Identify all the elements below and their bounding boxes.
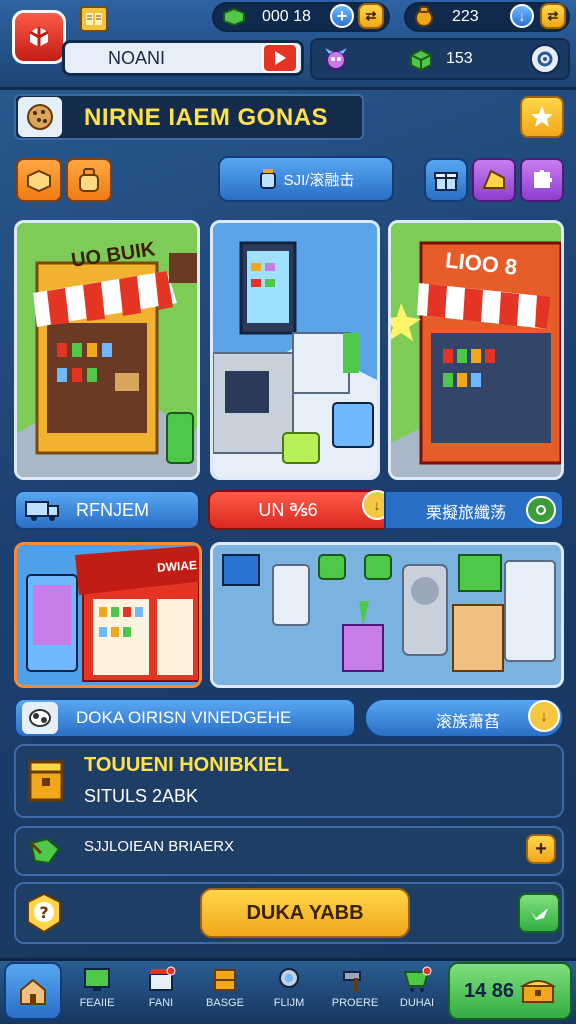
- puzzle-button[interactable]: [520, 158, 564, 202]
- box-button[interactable]: [16, 158, 62, 202]
- gold-bag-icon: [410, 3, 438, 29]
- favorite-star-button[interactable]: [520, 96, 564, 138]
- cash-icon: [220, 4, 248, 30]
- electronics-shop-illustration: [213, 223, 377, 477]
- section-a-left-label: RFNJEM: [76, 499, 149, 520]
- monitor-icon: [84, 968, 110, 991]
- nav-item-6-label: DUHAI: [399, 997, 435, 1009]
- section-a-left[interactable]: RFNJEM: [14, 490, 200, 530]
- list-row-label: SJJLOIEAN BRIAERX: [84, 838, 235, 855]
- center-action-label: SJI/滚融击: [283, 171, 355, 189]
- gold-down-button[interactable]: ↓: [510, 4, 534, 28]
- section-a-check-icon[interactable]: [526, 496, 556, 524]
- section-b-down-icon[interactable]: ↓: [528, 700, 560, 732]
- app-logo-icon[interactable]: [12, 10, 66, 64]
- appliance-shop-illustration: [213, 545, 561, 685]
- cash-value: 000 18: [262, 8, 311, 25]
- info-subtitle: SITULS 2ABK: [84, 786, 199, 806]
- shop-card-3[interactable]: LIOO 8: [388, 220, 564, 480]
- lamp-icon: [279, 968, 299, 988]
- shop-icon: [149, 966, 176, 991]
- section-b-right-label: 滚族萧萏: [436, 714, 501, 731]
- shovel-icon: [22, 830, 68, 872]
- help-icon[interactable]: ?: [22, 890, 66, 936]
- truck-icon: [25, 501, 59, 521]
- nav-item-1[interactable]: FEAIIE: [72, 966, 122, 1022]
- add-cash-button[interactable]: +: [330, 4, 354, 28]
- nav-item-6[interactable]: DUHAI: [392, 966, 442, 1022]
- section-a-red-label: UN ℁6: [258, 499, 318, 520]
- shop-card-1[interactable]: UO BUIK: [14, 220, 200, 480]
- nav-item-4[interactable]: FLIJM: [264, 966, 314, 1022]
- cash-boost-icon[interactable]: ⇄: [358, 3, 384, 29]
- orange-stall-card[interactable]: DWIAE: [14, 542, 202, 688]
- settings-icon[interactable]: [530, 44, 560, 74]
- bottom-right-value: 14 86: [463, 979, 515, 1002]
- crate-icon: [22, 752, 70, 810]
- appliance-shop-card[interactable]: [210, 542, 564, 688]
- cart-icon: [403, 966, 432, 992]
- player-name: NOANI: [108, 48, 166, 68]
- nav-item-3[interactable]: BASGE: [200, 966, 250, 1022]
- gift-button[interactable]: [424, 158, 468, 202]
- book-icon[interactable]: [80, 6, 108, 32]
- cta-check-button[interactable]: [518, 893, 560, 933]
- nav-item-2[interactable]: FANI: [136, 966, 186, 1022]
- cow-icon: [22, 702, 58, 734]
- section-b-left-label: DOKA OIRISN VINEDGEHE: [76, 708, 292, 727]
- mascot-icon[interactable]: [318, 44, 354, 76]
- cta-button[interactable]: DUKA YABB: [200, 888, 410, 938]
- nav-item-3-label: BASGE: [206, 997, 244, 1009]
- list-row-add-button[interactable]: +: [526, 834, 556, 864]
- gem-value: 153: [446, 50, 473, 67]
- gold-value: 223: [452, 8, 479, 25]
- info-title: TOUUENI HONIBKIEL: [84, 754, 290, 776]
- nav-item-2-label: FANI: [148, 997, 174, 1009]
- treasure-chest-icon: [520, 980, 557, 1003]
- shop-card-2[interactable]: [210, 220, 380, 480]
- nav-item-1-label: FEAIIE: [79, 997, 115, 1009]
- cheese-button[interactable]: [472, 158, 516, 202]
- cta-label: DUKA YABB: [246, 901, 364, 924]
- cabinet-icon: [214, 969, 236, 991]
- bag-button[interactable]: [66, 158, 112, 202]
- play-icon[interactable]: [262, 43, 298, 73]
- gold-boost-icon[interactable]: ⇄: [540, 3, 566, 29]
- nav-item-5-label: PROERE: [331, 997, 379, 1009]
- banner-title: NIRNE IAEM GONAS: [84, 104, 329, 131]
- orange-stall-sign: DWIAE: [156, 557, 198, 575]
- cookie-icon[interactable]: [18, 97, 62, 137]
- hammer-icon: [343, 971, 361, 992]
- section-a-right-label: 栗擬旅纖荡: [426, 505, 507, 522]
- home-button[interactable]: [4, 962, 62, 1020]
- svg-text:?: ?: [39, 903, 48, 922]
- nav-item-5[interactable]: PROERE: [328, 966, 382, 1022]
- nav-item-4-label: FLIJM: [273, 997, 305, 1009]
- bottom-right-reward[interactable]: 14 86: [448, 962, 572, 1020]
- center-action-button[interactable]: SJI/滚融击: [218, 156, 394, 202]
- jar-icon: [259, 169, 276, 189]
- gem-icon: [404, 44, 438, 76]
